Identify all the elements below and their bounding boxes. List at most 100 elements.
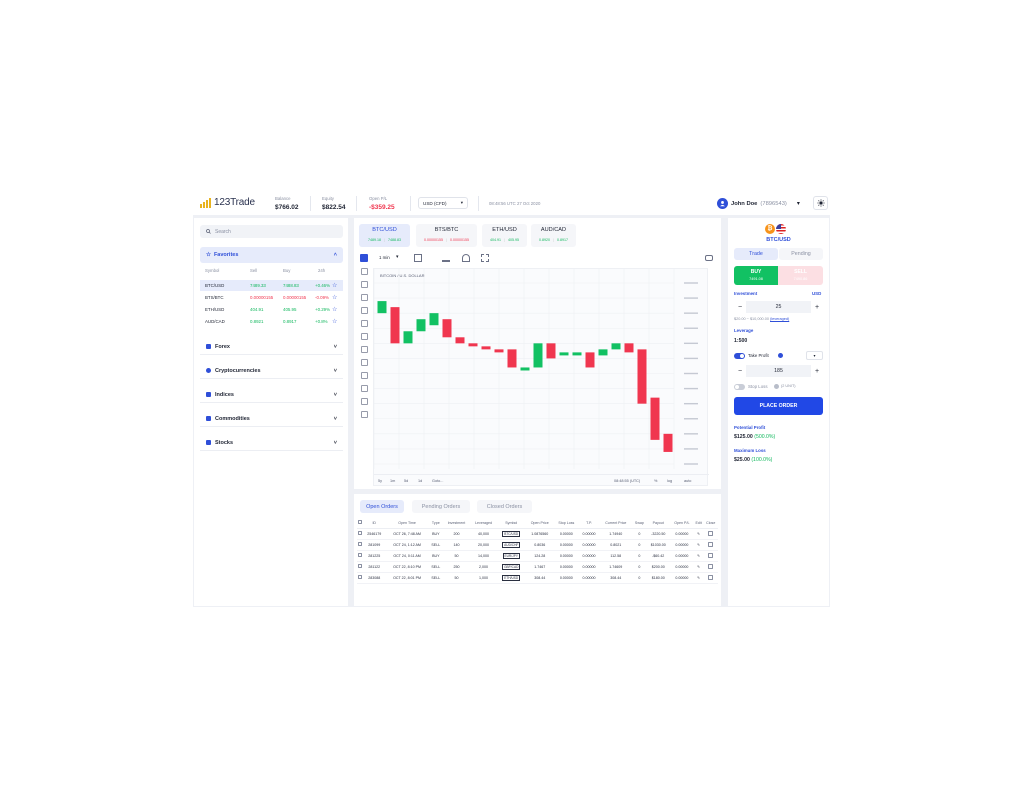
auto-toggle[interactable]: auto	[684, 479, 691, 483]
pair-tab[interactable]: AUD/CAD 0.8920 | 0.8917	[531, 224, 576, 247]
currency-select[interactable]: USD (CFD) ▾	[418, 197, 468, 209]
investment-value[interactable]: 25	[746, 301, 811, 313]
close-icon[interactable]	[703, 539, 718, 551]
range-5d[interactable]: 5d	[404, 479, 408, 483]
range-5y[interactable]: 5y	[378, 479, 382, 483]
trash-icon[interactable]	[360, 411, 368, 418]
indicators-icon[interactable]	[442, 254, 450, 262]
close-icon[interactable]	[703, 528, 718, 540]
trend-line-icon[interactable]	[360, 268, 368, 275]
decrement-button[interactable]: −	[734, 365, 746, 377]
column-header[interactable]: Leveraged	[470, 518, 497, 529]
ruler-icon[interactable]	[360, 359, 368, 366]
row-checkbox[interactable]	[358, 531, 363, 535]
column-header[interactable]: T.P.	[578, 518, 600, 529]
column-header[interactable]: Type	[428, 518, 443, 529]
place-order-button[interactable]: PLACE ORDER	[734, 397, 823, 415]
text-icon[interactable]	[360, 307, 368, 314]
tab-closed-orders[interactable]: Closed Orders	[477, 500, 532, 513]
tab-pending[interactable]: Pending	[779, 248, 823, 260]
star-icon[interactable]: ☆	[332, 306, 337, 313]
logo[interactable]: 123Trade	[200, 197, 255, 208]
buy-button[interactable]: BUY 7491.08	[734, 266, 778, 285]
close-icon[interactable]	[703, 561, 718, 573]
column-header[interactable]: Investment	[442, 518, 471, 529]
column-header[interactable]: ID	[363, 518, 386, 529]
pair-tab[interactable]: BTC/USD 7489.18 | 7488.83	[359, 224, 410, 247]
search-input[interactable]: Search	[200, 225, 343, 238]
candle-type-icon[interactable]	[414, 254, 422, 262]
pair-tab[interactable]: BTS/BTC 0.00000155 | 0.00000155	[416, 224, 477, 247]
info-icon[interactable]	[778, 353, 783, 358]
templates-icon[interactable]	[462, 254, 470, 262]
theme-toggle-button[interactable]	[813, 196, 828, 210]
crosshair-icon[interactable]	[360, 254, 368, 262]
camera-icon[interactable]	[705, 255, 713, 261]
user-menu[interactable]: John Doe (7896543) ▾	[717, 197, 808, 210]
edit-icon[interactable]: ✎	[693, 539, 704, 551]
table-row[interactable]: 281099 OCT 24, 1:12 AM SELL 140 20,000 AUD/CH…	[357, 539, 718, 551]
take-profit-stepper[interactable]: − 185 +	[734, 365, 823, 377]
column-header[interactable]: Payout	[646, 518, 670, 529]
category-indices[interactable]: Indices ˅	[200, 387, 343, 403]
visibility-icon[interactable]	[360, 398, 368, 405]
row-checkbox[interactable]	[358, 542, 363, 546]
select-all-checkbox[interactable]	[358, 520, 363, 525]
range-1d[interactable]: 1d	[418, 479, 422, 483]
column-header[interactable]: Current Price	[599, 518, 633, 529]
zoom-icon[interactable]	[360, 372, 368, 379]
info-icon[interactable]	[774, 384, 779, 389]
tab-pending-orders[interactable]: Pending Orders	[412, 500, 470, 513]
tab-open-orders[interactable]: Open Orders	[360, 500, 404, 513]
table-row[interactable]: 281225 OCT 24, 0:11 AM BUY 50 14,000 EUR/JPY 1…	[357, 550, 718, 562]
category-stocks[interactable]: Stocks ˅	[200, 435, 343, 451]
edit-icon[interactable]: ✎	[693, 550, 704, 562]
magnet-icon[interactable]	[360, 346, 368, 353]
tab-trade[interactable]: Trade	[734, 248, 778, 260]
favorites-header[interactable]: ☆ Favorites ˄	[200, 247, 343, 263]
column-header[interactable]: Open P/L	[669, 518, 694, 529]
column-header[interactable]: Symbol	[496, 518, 526, 529]
close-icon[interactable]	[703, 572, 718, 584]
row-checkbox[interactable]	[358, 575, 363, 579]
table-row[interactable]: 281122 OCT 22, 8:10 PM SELL 250 2,000 GBP/CAD…	[357, 561, 718, 573]
lock-icon[interactable]	[360, 385, 368, 392]
favorite-row[interactable]: AUD/CAD 0.8921 0.8917 +0.8% ☆	[200, 316, 343, 327]
range-1m[interactable]: 1m	[390, 479, 395, 483]
category-forex[interactable]: Forex ˅	[200, 339, 343, 355]
row-checkbox[interactable]	[358, 553, 363, 557]
fib-icon[interactable]	[360, 281, 368, 288]
log-toggle[interactable]: log	[667, 479, 672, 483]
edit-icon[interactable]: ✎	[693, 528, 704, 540]
column-header[interactable]: Open Time	[385, 518, 429, 529]
favorite-row[interactable]: BTS/BTC 0.00000155 0.00000155 -0.09% ☆	[200, 292, 343, 303]
category-commodities[interactable]: Commodities ˅	[200, 411, 343, 427]
goto-button[interactable]: Goto...	[432, 479, 443, 483]
fullscreen-icon[interactable]	[481, 254, 489, 262]
edit-icon[interactable]: ✎	[693, 561, 704, 573]
table-row[interactable]: 283088 OCT 22, 8:01 PM SELL 50 1,000 ETH/USD 3…	[357, 572, 718, 584]
investment-stepper[interactable]: − 25 +	[734, 301, 823, 313]
table-row[interactable]: 2546179 OCT 26, 7:48 AM BUY 200 40,000 BTC/US…	[357, 528, 718, 540]
favorite-row[interactable]: ETH/USD 404.91 405.95 +0.29% ☆	[200, 304, 343, 315]
measure-icon[interactable]	[360, 333, 368, 340]
star-icon[interactable]: ☆	[332, 318, 337, 325]
decrement-button[interactable]: −	[734, 301, 746, 313]
star-icon[interactable]: ☆	[332, 282, 337, 289]
pattern-icon[interactable]	[360, 320, 368, 327]
sell-button[interactable]: SELL 7490.86	[778, 266, 823, 285]
price-chart[interactable]: BITCOIN / U.S. DOLLAR 5y 1m 5d 1d Goto..…	[373, 268, 709, 486]
close-icon[interactable]	[703, 550, 718, 562]
increment-button[interactable]: +	[811, 365, 823, 377]
edit-icon[interactable]: ✎	[693, 572, 704, 584]
column-header[interactable]: Open Price	[525, 518, 554, 529]
pair-tab[interactable]: ETH/USD 404.91 | 405.95	[482, 224, 527, 247]
interval-select[interactable]: 1 min	[379, 255, 390, 260]
column-header[interactable]: Stop Loss	[553, 518, 579, 529]
take-profit-value[interactable]: 185	[746, 365, 811, 377]
row-checkbox[interactable]	[358, 564, 363, 568]
category-cryptocurrencies[interactable]: Cryptocurrencies ˅	[200, 363, 343, 379]
percent-toggle[interactable]: %	[654, 479, 657, 483]
column-header[interactable]: Swap	[632, 518, 647, 529]
star-icon[interactable]: ☆	[332, 294, 337, 301]
